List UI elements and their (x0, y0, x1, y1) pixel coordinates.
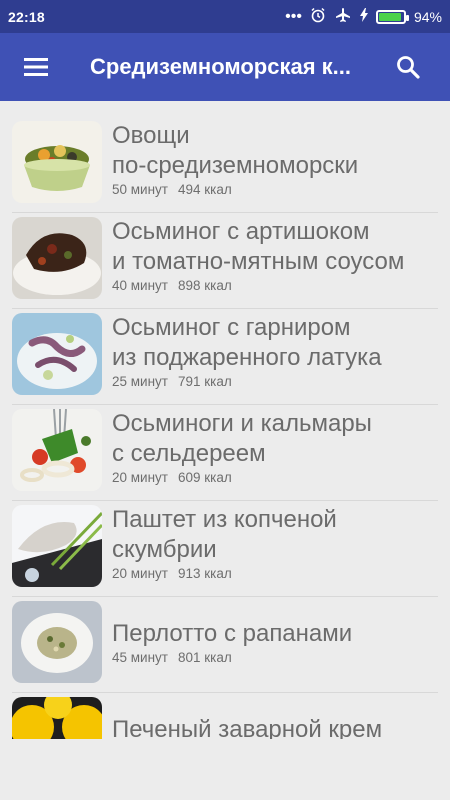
recipe-kcal: 791 ккал (177, 374, 232, 389)
recipe-photo (12, 505, 102, 587)
recipe-photo (12, 409, 102, 491)
status-icons: ••• 94% (285, 7, 442, 26)
recipe-kcal: 801 ккал (177, 650, 232, 665)
recipe-row[interactable]: Паштет из копченой скумбрии 20 минут 913 … (0, 501, 450, 597)
recipe-name: Осьминоги и кальмары с сельдереем (112, 410, 372, 467)
page-title: Средиземноморская к... (90, 54, 351, 79)
app-bar: Средиземноморская к... (0, 33, 450, 101)
recipe-time: 50 минут (112, 182, 168, 197)
notification-dots: ••• (285, 7, 302, 25)
recipe-time: 20 минут (112, 470, 168, 485)
alarm-icon (310, 7, 326, 26)
recipe-meta: 45 минут 801 ккал (112, 650, 352, 665)
recipe-time: 40 минут (112, 278, 168, 293)
recipe-time: 45 минут (112, 650, 168, 665)
recipe-photo (12, 601, 102, 683)
recipe-row[interactable]: Печеный заварной крем (0, 693, 450, 739)
recipe-row[interactable]: Осьминоги и кальмары с сельдереем 20 мин… (0, 405, 450, 501)
recipe-photo (12, 121, 102, 203)
airplane-icon (334, 7, 352, 26)
recipe-row[interactable]: Осьминог с артишоком и томатно-мятным со… (0, 213, 450, 309)
recipe-name: Осьминог с артишоком и томатно-мятным со… (112, 218, 405, 275)
recipe-photo (12, 217, 102, 299)
status-time: 22:18 (8, 8, 45, 25)
hamburger-menu-icon[interactable] (18, 49, 54, 85)
recipe-name: Паштет из копченой скумбрии (112, 506, 337, 563)
recipe-photo (12, 697, 102, 739)
search-icon[interactable] (390, 49, 426, 85)
recipe-name: Печеный заварной крем (112, 716, 383, 739)
recipe-row[interactable]: Овощи по-средиземноморски 50 минут 494 кк… (0, 117, 450, 213)
battery-icon (375, 9, 409, 24)
recipe-meta: 20 минут 609 ккал (112, 470, 372, 485)
recipe-meta: 50 минут 494 ккал (112, 182, 358, 197)
recipe-row[interactable]: Осьминог с гарниром из поджаренного лату… (0, 309, 450, 405)
recipe-meta: 40 минут 898 ккал (112, 278, 404, 293)
recipe-name: Осьминог с гарниром из поджаренного лату… (112, 314, 382, 371)
recipe-list: Овощи по-средиземноморски 50 минут 494 кк… (0, 117, 450, 739)
status-bar: 22:18 ••• 94% (0, 0, 450, 33)
recipe-time: 20 минут (112, 566, 168, 581)
recipe-name: Перлотто с рапанами (112, 620, 353, 647)
recipe-meta: 25 минут 791 ккал (112, 374, 382, 389)
recipe-row[interactable]: Перлотто с рапанами 45 минут 801 ккал (0, 597, 450, 693)
recipe-kcal: 494 ккал (177, 182, 232, 197)
battery-percent: 94% (413, 8, 442, 25)
recipe-time: 25 минут (112, 374, 168, 389)
recipe-meta: 20 минут 913 ккал (112, 566, 337, 581)
recipe-kcal: 913 ккал (177, 566, 232, 581)
recipe-photo (12, 313, 102, 395)
battery-level (378, 12, 402, 21)
charging-icon (359, 8, 368, 25)
recipe-name: Овощи по-средиземноморски (112, 122, 359, 179)
recipe-kcal: 898 ккал (177, 278, 232, 293)
recipe-kcal: 609 ккал (177, 470, 232, 485)
